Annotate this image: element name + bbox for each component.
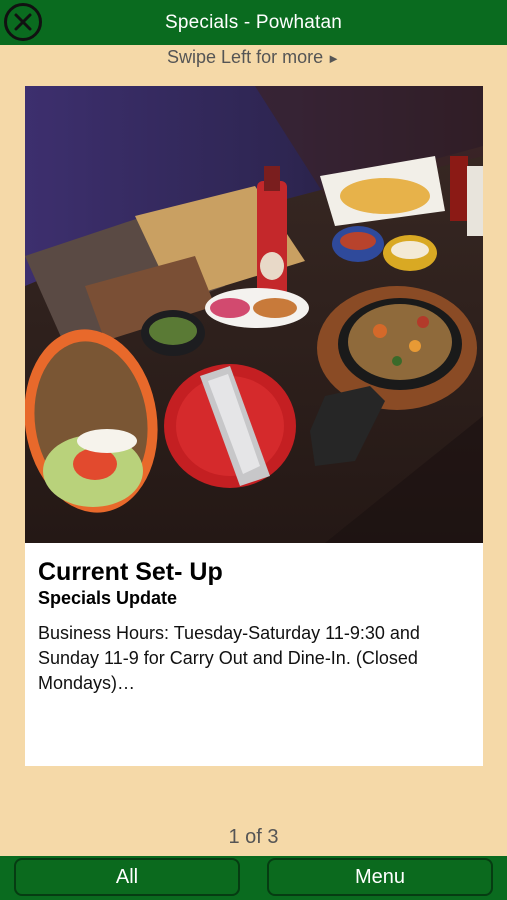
swipe-hint: Swipe Left for more ► <box>0 46 507 70</box>
play-arrow-icon: ► <box>327 51 340 66</box>
menu-button[interactable]: Menu <box>267 858 493 896</box>
all-button[interactable]: All <box>14 858 240 896</box>
special-card[interactable]: Current Set- Up Specials Update Business… <box>25 86 483 766</box>
page-indicator: 1 of 3 <box>228 826 279 848</box>
page-title: Specials - Powhatan <box>164 11 342 33</box>
swipe-hint-text: Swipe Left for more <box>167 47 324 67</box>
card-title: Current Set- Up <box>38 558 223 586</box>
close-button[interactable] <box>4 3 42 41</box>
bottom-bar: All Menu <box>0 856 507 900</box>
food-photo <box>25 86 483 543</box>
card-subtitle: Specials Update <box>38 588 178 608</box>
card-description: Business Hours: Tuesday-Saturday 11-9:30… <box>38 623 420 693</box>
close-icon <box>14 13 32 31</box>
top-bar: Specials - Powhatan <box>0 0 507 45</box>
